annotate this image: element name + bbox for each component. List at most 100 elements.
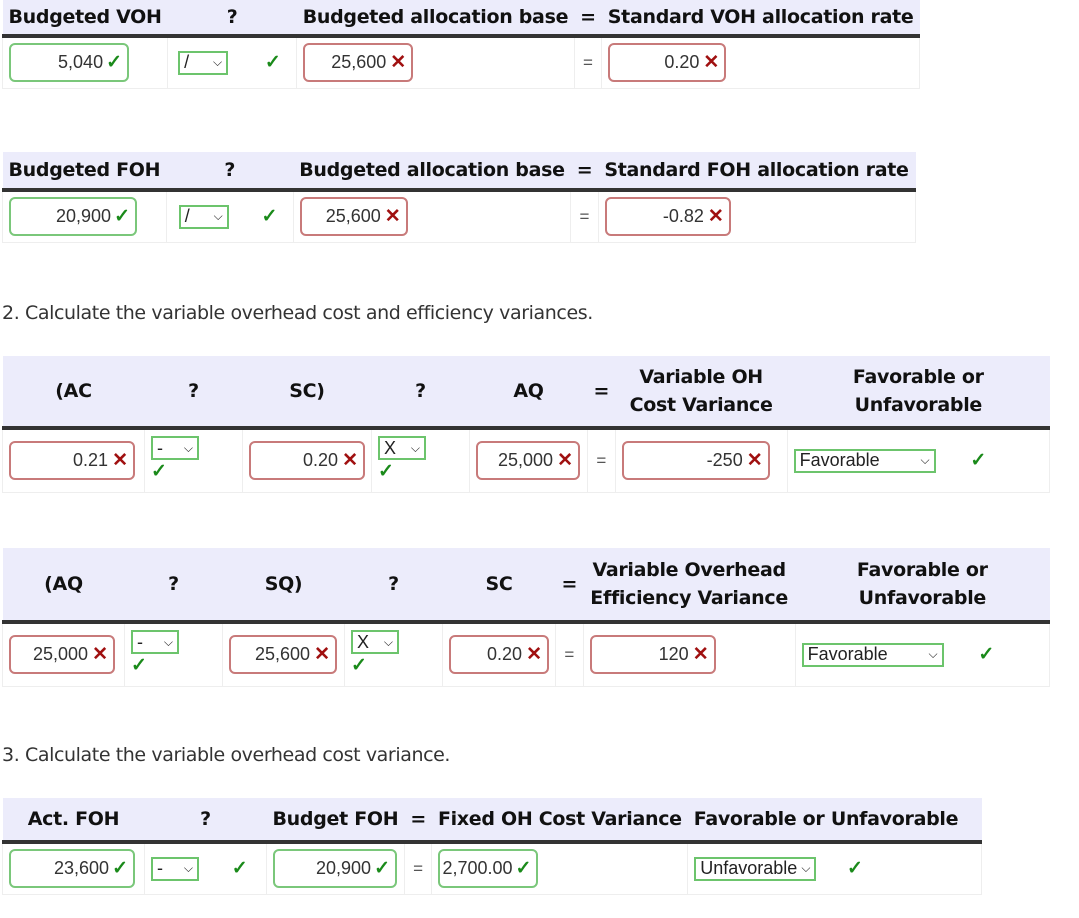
correct-check-icon: ✓ xyxy=(106,52,122,74)
operator-2-value: X xyxy=(384,437,397,458)
allocation-base-cell: 25,600 ✕ xyxy=(296,36,575,89)
correct-check-icon: ✓ xyxy=(112,858,128,880)
favorable-cell: Unfavorable ⌵ ✓ xyxy=(687,842,982,895)
voh-rate-table: Budgeted VOH ? Budgeted allocation base … xyxy=(1,0,920,89)
operator-1-value: - xyxy=(137,631,143,652)
allocation-base-value: 25,600 xyxy=(325,206,381,227)
sc-cell: 0.20 ✕ xyxy=(442,622,556,687)
chevron-down-icon: ⌵ xyxy=(801,861,811,876)
operator-1-select[interactable]: - ⌵ xyxy=(131,630,179,654)
allocation-base-input[interactable]: 25,600 ✕ xyxy=(299,197,408,237)
sc-value: 0.20 xyxy=(303,450,339,471)
allocation-base-input[interactable]: 25,600 ✕ xyxy=(303,43,414,83)
voh-efficiency-variance-input[interactable]: 120 ✕ xyxy=(589,635,716,675)
voh-efficiency-variance-value: 120 xyxy=(658,644,689,665)
operator-cell: / ⌵ ✓ xyxy=(167,36,298,89)
operator-2-select[interactable]: X ⌵ xyxy=(378,436,426,460)
budget-foh-input[interactable]: 20,900 ✓ xyxy=(273,849,397,889)
header-favorable-unfavorable: Favorable or Unfavorable xyxy=(795,548,1050,624)
operator-1-cell: - ⌵ ✓ xyxy=(144,428,243,493)
operator-2-cell: X ⌵ ✓ xyxy=(371,428,470,493)
sc-value: 0.20 xyxy=(487,644,523,665)
budgeted-foh-input[interactable]: 20,900 ✓ xyxy=(9,197,137,237)
operator-value: - xyxy=(157,858,163,879)
chevron-down-icon: ⌵ xyxy=(183,861,193,876)
budget-foh-value: 20,900 xyxy=(316,858,372,879)
voh-cost-variance-input[interactable]: -250 ✕ xyxy=(621,441,770,481)
question-2-prompt: 2. Calculate the variable overhead cost … xyxy=(2,302,593,324)
allocation-base-value: 25,600 xyxy=(331,52,387,73)
operator-1-cell: - ⌵ ✓ xyxy=(124,622,223,687)
voh-cost-variance-table: (AC ? SC) ? AQ = Variable OH Cost Varian… xyxy=(2,356,1051,493)
header-aq: (AQ xyxy=(2,548,125,624)
header-operator: ? xyxy=(144,798,267,844)
correct-check-icon: ✓ xyxy=(114,206,130,228)
incorrect-x-icon: ✕ xyxy=(92,644,108,666)
chevron-down-icon: ⌵ xyxy=(410,440,420,455)
voh-rate-input[interactable]: 0.20 ✕ xyxy=(608,43,727,83)
equals-sign: = xyxy=(555,622,584,687)
fixed-oh-cost-variance-input[interactable]: 2,700.00 ✓ xyxy=(438,849,539,889)
aq-value: 25,000 xyxy=(498,450,554,471)
header-foh-rate: Standard FOH allocation rate xyxy=(598,152,916,192)
favorable-select[interactable]: Unfavorable ⌵ xyxy=(694,856,817,881)
incorrect-x-icon: ✕ xyxy=(526,644,542,666)
ac-cell: 0.21 ✕ xyxy=(2,428,145,493)
correct-check-icon: ✓ xyxy=(846,858,863,880)
aq-input[interactable]: 25,000 ✕ xyxy=(9,635,115,675)
favorable-select[interactable]: Favorable ⌵ xyxy=(793,448,936,473)
header-allocation-base: Budgeted allocation base xyxy=(293,152,571,192)
chevron-down-icon: ⌵ xyxy=(163,634,173,649)
operator-select[interactable]: / ⌵ xyxy=(178,204,229,229)
header-fixed-oh-cost-variance: Fixed OH Cost Variance xyxy=(431,798,688,844)
aq-input[interactable]: 25,000 ✕ xyxy=(476,441,580,481)
act-foh-cell: 23,600 ✓ xyxy=(2,842,145,895)
header-operator-2: ? xyxy=(371,356,470,430)
favorable-value: Unfavorable xyxy=(700,858,798,879)
operator-cell: / ⌵ ✓ xyxy=(166,190,294,243)
header-operator-1: ? xyxy=(144,356,243,430)
operator-value: / xyxy=(184,206,190,227)
correct-check-icon: ✓ xyxy=(515,858,532,880)
correct-check-icon: ✓ xyxy=(351,655,367,676)
budgeted-foh-value: 20,900 xyxy=(56,206,112,227)
incorrect-x-icon: ✕ xyxy=(390,52,407,74)
operator-cell: - ⌵ ✓ xyxy=(144,842,267,895)
operator-1-select[interactable]: - ⌵ xyxy=(151,436,199,460)
allocation-base-cell: 25,600 ✕ xyxy=(293,190,572,243)
operator-select[interactable]: - ⌵ xyxy=(151,856,199,881)
sc-input[interactable]: 0.20 ✕ xyxy=(249,441,365,481)
equals-sign: = xyxy=(404,842,433,895)
header-voh-efficiency-variance: Variable Overhead Efficiency Variance xyxy=(583,548,796,624)
sq-cell: 25,600 ✕ xyxy=(222,622,345,687)
correct-check-icon: ✓ xyxy=(131,655,147,676)
act-foh-input[interactable]: 23,600 ✓ xyxy=(9,849,135,889)
aq-value: 25,000 xyxy=(33,644,89,665)
operator-2-select[interactable]: X ⌵ xyxy=(351,630,399,654)
sq-input[interactable]: 25,600 ✕ xyxy=(229,635,337,675)
operator-select[interactable]: / ⌵ xyxy=(178,50,229,75)
sc-cell: 0.20 ✕ xyxy=(242,428,372,493)
header-favorable-unfavorable: Favorable or Unfavorable xyxy=(787,356,1050,430)
incorrect-x-icon: ✕ xyxy=(707,206,724,228)
foh-rate-input[interactable]: -0.82 ✕ xyxy=(604,197,731,237)
sc-input[interactable]: 0.20 ✕ xyxy=(449,635,549,675)
header-equals: = xyxy=(570,152,599,192)
ac-input[interactable]: 0.21 ✕ xyxy=(9,441,135,481)
chevron-down-icon: ⌵ xyxy=(383,634,393,649)
correct-check-icon: ✓ xyxy=(151,461,167,482)
incorrect-x-icon: ✕ xyxy=(703,52,720,74)
foh-rate-table: Budgeted FOH ? Budgeted allocation base … xyxy=(2,152,917,243)
chevron-down-icon: ⌵ xyxy=(920,453,930,468)
aq-cell: 25,000 ✕ xyxy=(2,622,125,687)
header-aq: AQ xyxy=(469,356,588,430)
aq-cell: 25,000 ✕ xyxy=(469,428,588,493)
voh-efficiency-variance-table: (AQ ? SQ) ? SC = Variable Overhead Effic… xyxy=(2,548,1051,687)
header-sq: SQ) xyxy=(222,548,345,624)
header-operator-1: ? xyxy=(124,548,223,624)
budgeted-voh-input[interactable]: 5,040 ✓ xyxy=(9,43,129,83)
correct-check-icon: ✓ xyxy=(261,206,278,228)
header-voh-cost-variance: Variable OH Cost Variance xyxy=(615,356,788,430)
incorrect-x-icon: ✕ xyxy=(746,450,763,472)
favorable-select[interactable]: Favorable ⌵ xyxy=(801,642,944,667)
